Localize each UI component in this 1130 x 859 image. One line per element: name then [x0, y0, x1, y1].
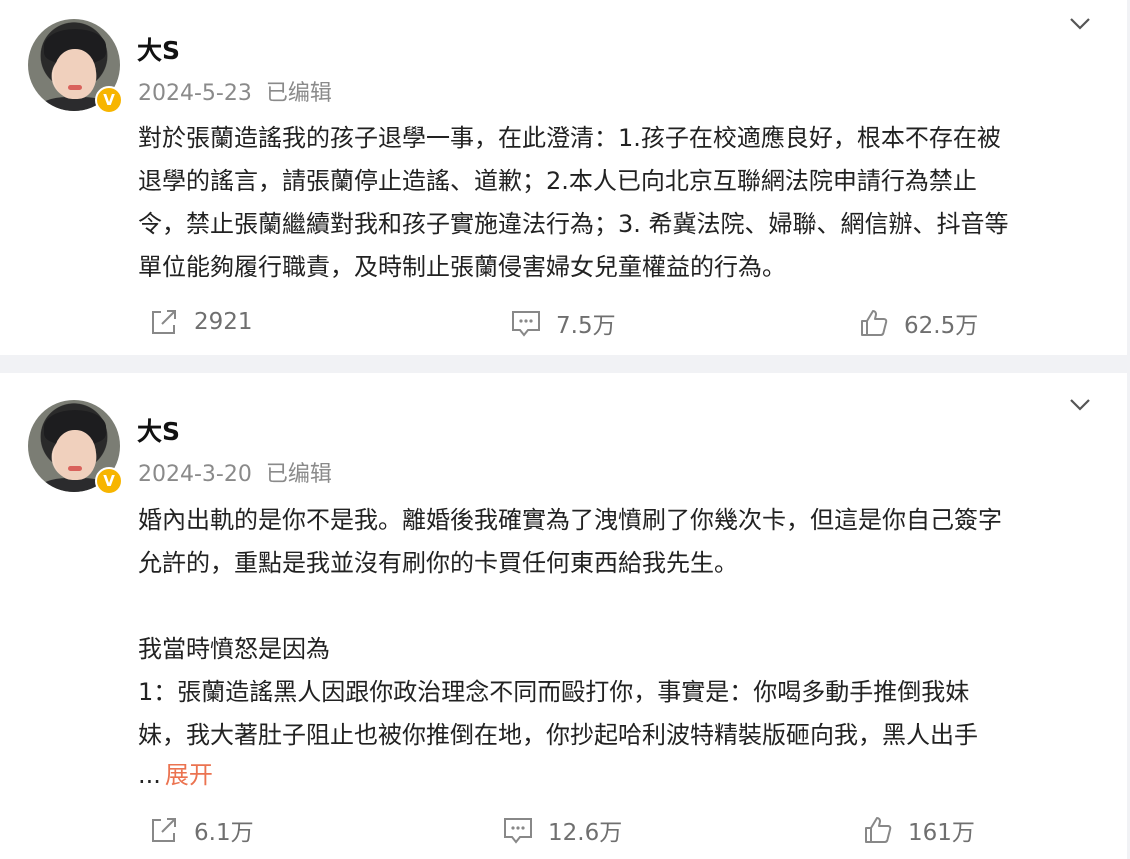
share-icon	[152, 310, 176, 334]
share-icon	[152, 818, 176, 842]
comment-count: 12.6万	[548, 820, 623, 846]
share-button[interactable]: 6.1万	[148, 813, 254, 847]
author-name[interactable]: 大S	[137, 31, 180, 67]
chevron-down-icon[interactable]	[1068, 395, 1092, 415]
chevron-down-icon[interactable]	[1068, 14, 1092, 34]
edited-label: 已编辑	[265, 81, 332, 106]
comment-count: 7.5万	[556, 313, 616, 339]
ellipsis: ...	[138, 761, 161, 789]
post-text: 婚內出軌的是你不是我。離婚後我確實為了洩憤刷了你幾次卡，但這是你自己簽字 允許的…	[138, 506, 1002, 749]
verified-icon: V	[95, 86, 123, 114]
comment-button[interactable]: 12.6万	[502, 813, 622, 847]
like-icon	[865, 817, 892, 843]
verified-icon: V	[95, 467, 123, 495]
expand-link[interactable]: 展开	[165, 761, 213, 789]
author-name[interactable]: 大S	[137, 412, 180, 448]
share-count: 6.1万	[194, 820, 254, 846]
post-card: V 大S 2024-5-23 已编辑 對於張蘭造謠我的孩子退學一事，在此澄清：1.…	[0, 0, 1127, 355]
post-meta: 2024-3-20 已编辑	[138, 456, 332, 488]
post-card: V 大S 2024-3-20 已编辑 婚內出軌的是你不是我。離婚後我確實為了洩憤刷…	[0, 373, 1127, 859]
comment-icon	[504, 818, 532, 844]
like-count: 62.5万	[904, 313, 979, 339]
like-count: 161万	[908, 820, 975, 846]
like-icon	[861, 310, 888, 336]
edited-label: 已编辑	[265, 462, 332, 487]
post-date[interactable]: 2024-5-23	[138, 81, 252, 106]
comment-icon	[512, 311, 540, 337]
share-count: 2921	[194, 309, 253, 335]
like-button[interactable]: 62.5万	[858, 306, 978, 340]
like-button[interactable]: 161万	[862, 813, 975, 847]
post-text: 對於張蘭造謠我的孩子退學一事，在此澄清：1.孩子在校適應良好，根本不存在被 退學…	[138, 124, 1009, 281]
post-meta: 2024-5-23 已编辑	[138, 75, 332, 107]
comment-button[interactable]: 7.5万	[510, 306, 616, 340]
expand-row: ... 展开	[138, 755, 213, 790]
post-date[interactable]: 2024-3-20	[138, 462, 252, 487]
share-button[interactable]: 2921	[148, 306, 253, 338]
